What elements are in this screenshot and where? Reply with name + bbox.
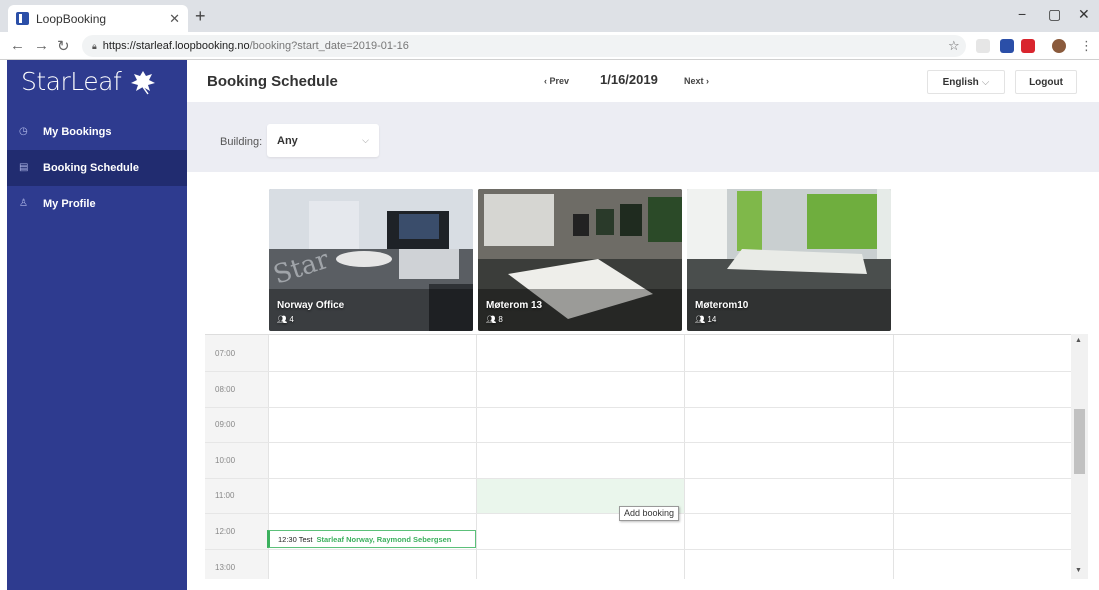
sidebar-item-booking-schedule[interactable]: ▤ Booking Schedule — [7, 150, 187, 186]
minimize-button[interactable]: − — [1018, 6, 1026, 22]
url-path: /booking?start_date=2019-01-16 — [249, 40, 409, 52]
room-capacity: 👥︎ 14 — [695, 315, 716, 324]
page-title: Booking Schedule — [207, 73, 338, 90]
filter-bar: Building: Any ⌵ — [187, 102, 1099, 172]
scrollbar-thumb[interactable] — [1074, 409, 1085, 474]
header: Booking Schedule ‹ Prev 1/16/2019 Next ›… — [187, 60, 1099, 102]
browser-tab[interactable]: LoopBooking ✕ — [8, 5, 188, 32]
logo-text: StarLeaf — [21, 66, 122, 96]
language-select[interactable]: English ⌵ — [927, 70, 1005, 94]
capacity-value: 14 — [707, 315, 717, 324]
row-divider — [205, 478, 1071, 479]
time-label: 07:00 — [215, 349, 236, 358]
people-icon: 👥︎ — [277, 315, 288, 324]
sidebar-item-label: My Bookings — [43, 126, 112, 138]
language-label: English — [942, 76, 979, 88]
room-card-norway-office[interactable]: Star Norway Office 👥︎ 4 — [269, 189, 473, 331]
people-icon: 👥︎ — [486, 315, 497, 324]
address-bar[interactable]: 🔒︎ https://starleaf.loopbooking.no /book… — [82, 35, 966, 57]
back-arrow-icon[interactable]: ← — [10, 37, 25, 54]
room-name: Møterom 13 — [486, 300, 543, 311]
capacity-value: 8 — [498, 315, 503, 324]
browser-tabbar: LoopBooking ✕ + − ▢ ✕ — [0, 0, 1099, 32]
booking-event[interactable]: 12:30 Test Starleaf Norway, Raymond Sebe… — [267, 530, 476, 548]
people-icon: 👥︎ — [695, 315, 706, 324]
new-tab-button[interactable]: + — [195, 6, 206, 27]
row-divider — [205, 549, 1071, 550]
prev-day-button[interactable]: ‹ Prev — [544, 76, 569, 86]
time-label: 10:00 — [215, 456, 236, 465]
tab-title: LoopBooking — [36, 11, 107, 26]
tab-close-icon[interactable]: ✕ — [169, 11, 180, 27]
time-label: 13:00 — [215, 563, 236, 572]
loopbooking-favicon-icon — [16, 12, 29, 25]
row-divider — [205, 407, 1071, 408]
room-capacity: 👥︎ 4 — [277, 315, 294, 324]
forward-arrow-icon[interactable]: → — [34, 37, 49, 54]
reload-icon[interactable]: ↻ — [57, 37, 70, 55]
maximize-button[interactable]: ▢ — [1048, 6, 1061, 23]
time-label: 09:00 — [215, 420, 236, 429]
room-card-moterom10[interactable]: Møterom10 👥︎ 14 — [687, 189, 891, 331]
lock-icon: 🔒︎ — [92, 40, 97, 51]
sidebar-item-my-profile[interactable]: ♙ My Profile — [7, 186, 187, 222]
room-card-moterom-13[interactable]: Møterom 13 👥︎ 8 — [478, 189, 682, 331]
calendar-icon: ▤ — [19, 162, 29, 173]
building-value: Any — [277, 134, 298, 147]
room-name: Møterom10 — [695, 300, 749, 311]
sidebar-item-my-bookings[interactable]: ◷ My Bookings — [7, 114, 187, 150]
logout-button[interactable]: Logout — [1015, 70, 1077, 94]
url-host: https://starleaf.loopbooking.no — [102, 40, 250, 52]
scroll-up-icon[interactable]: ▲ — [1075, 337, 1082, 344]
add-booking-tooltip: Add booking — [619, 506, 680, 521]
capacity-value: 4 — [289, 315, 294, 324]
close-window-button[interactable]: ✕ — [1078, 6, 1090, 23]
schedule-scrollbar[interactable]: ▲ ▼ — [1071, 334, 1088, 579]
building-select[interactable]: Any ⌵ — [267, 124, 379, 157]
extension-icon[interactable] — [1000, 39, 1014, 53]
extension-icon[interactable] — [1021, 39, 1035, 53]
time-label: 11:00 — [215, 491, 235, 500]
sidebar-item-label: My Profile — [43, 198, 96, 210]
chevron-down-icon: ⌵ — [362, 135, 369, 145]
room-capacity: 👥︎ 8 — [486, 315, 503, 324]
sidebar-item-label: Booking Schedule — [43, 162, 139, 174]
row-divider — [205, 442, 1071, 443]
logo[interactable]: StarLeaf — [7, 60, 187, 102]
time-label: 08:00 — [215, 385, 236, 394]
user-icon: ♙ — [19, 198, 28, 209]
leaf-logo-icon — [131, 71, 156, 95]
row-divider — [205, 371, 1071, 372]
next-day-button[interactable]: Next › — [684, 76, 709, 86]
time-label: 12:00 — [215, 527, 236, 536]
booking-owner: Starleaf Norway, Raymond Sebergsen — [316, 534, 452, 544]
sidebar: StarLeaf ◷ My Bookings ▤ Booking Schedul… — [7, 60, 187, 590]
room-name: Norway Office — [277, 300, 345, 311]
booking-time-title: 12:30 Test — [278, 534, 313, 544]
current-date: 1/16/2019 — [600, 72, 658, 87]
extension-icon[interactable] — [976, 39, 990, 53]
profile-avatar-icon[interactable] — [1052, 39, 1066, 53]
clock-icon: ◷ — [19, 126, 28, 137]
browser-toolbar: ← → ↻ 🔒︎ https://starleaf.loopbooking.no… — [0, 32, 1099, 60]
bookmark-star-icon[interactable]: ☆ — [948, 38, 960, 54]
scroll-down-icon[interactable]: ▼ — [1075, 567, 1082, 574]
building-label: Building: — [220, 136, 263, 148]
menu-dots-icon[interactable]: ⋮ — [1080, 38, 1093, 54]
chevron-down-icon: ⌵ — [981, 76, 990, 88]
